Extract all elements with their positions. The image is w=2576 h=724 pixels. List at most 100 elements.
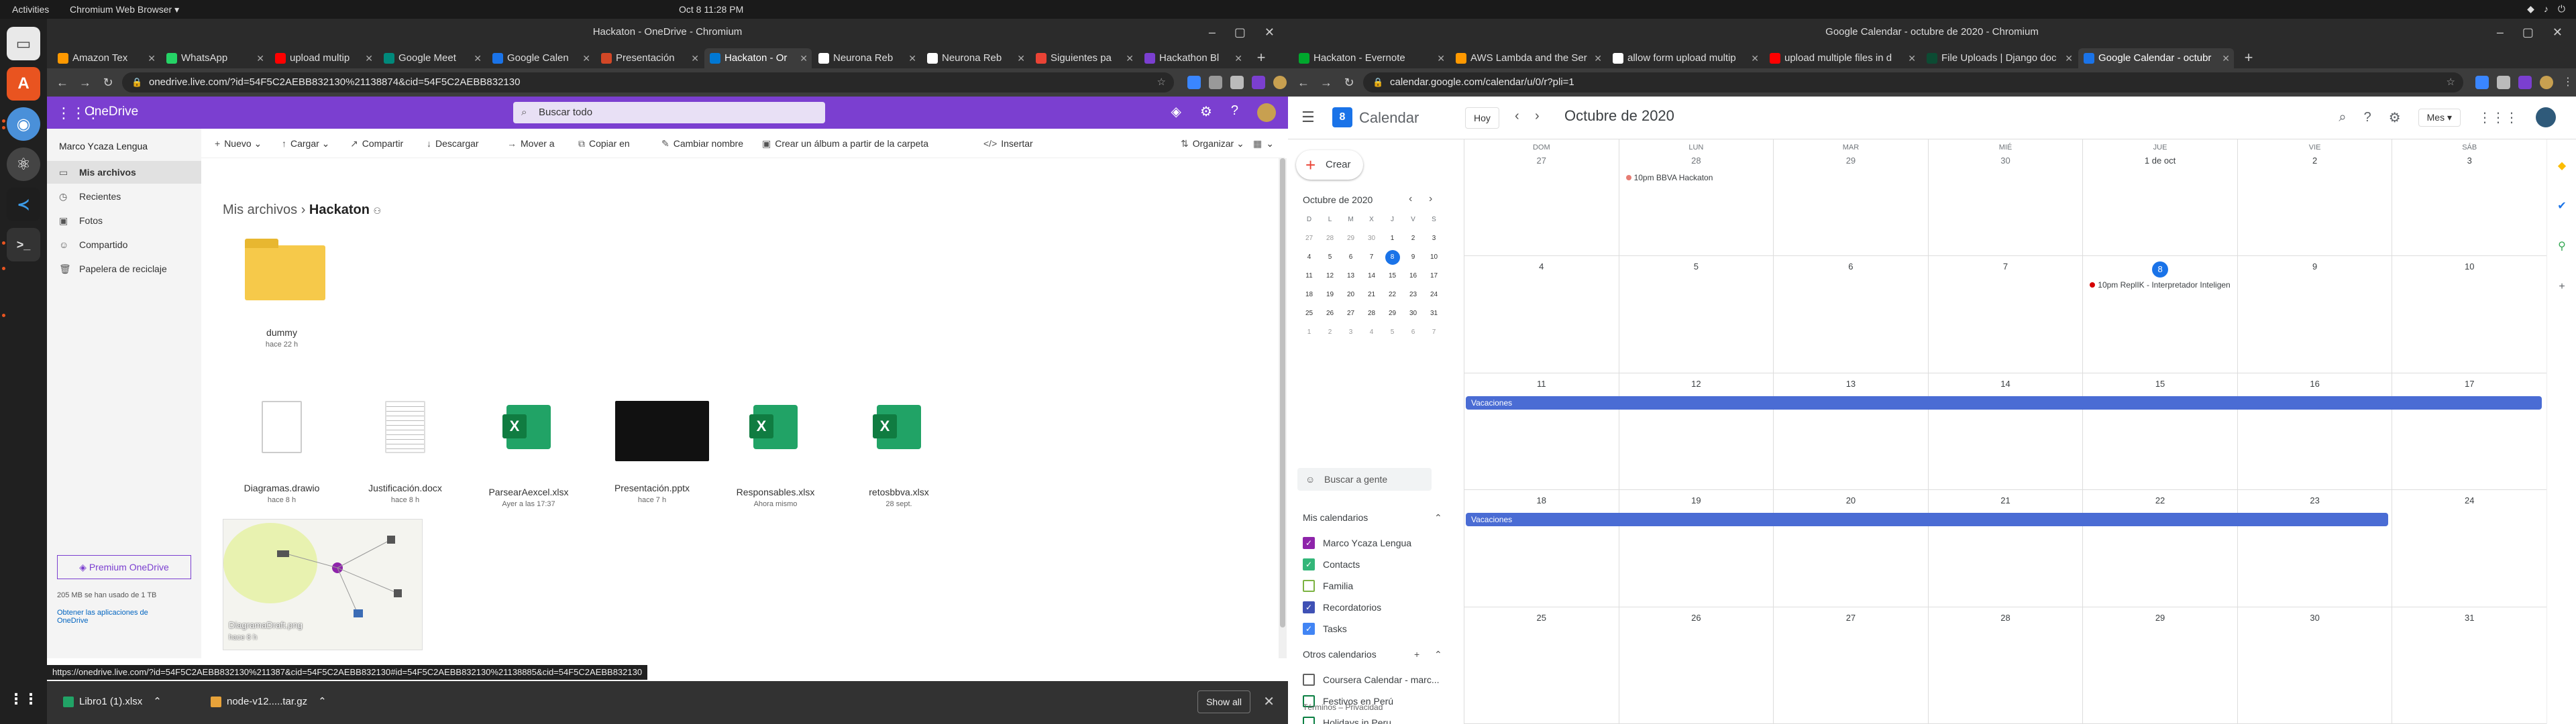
tab[interactable]: WhatsApp ✕ <box>161 48 268 68</box>
nav-recycle-bin[interactable]: 🗑 Papelera de reciclaje <box>47 257 201 280</box>
mini-day[interactable]: 18 <box>1299 286 1320 304</box>
close-tab-icon[interactable]: ✕ <box>2065 48 2073 68</box>
url-input[interactable]: 🔒 calendar.google.com/calendar/u/0/r?pli… <box>1363 72 2463 93</box>
day-cell[interactable]: 6 <box>1774 256 1929 373</box>
embed-button[interactable]: </> Insertar <box>983 129 1033 158</box>
bookmark-star-icon[interactable]: ☆ <box>1157 72 1166 93</box>
day-cell[interactable]: 11 <box>1464 373 1619 491</box>
mini-prev-icon[interactable]: ‹ <box>1409 193 1412 205</box>
day-cell[interactable]: 22 <box>2083 490 2238 607</box>
chevron-up-icon[interactable]: ⌃ <box>318 696 327 707</box>
day-number[interactable]: 20 <box>1774 495 1928 505</box>
calendar-item[interactable]: ✓ Contacts <box>1303 558 1360 571</box>
day-number[interactable]: 16 <box>2238 379 2392 389</box>
day-cell[interactable]: 19 <box>1619 490 1774 607</box>
mini-day[interactable]: 4 <box>1361 323 1382 342</box>
folder-item[interactable]: dummy hace 22 h <box>228 233 335 349</box>
calendar-checkbox[interactable]: ✓ <box>1303 537 1315 549</box>
mini-day[interactable]: 7 <box>1424 323 1444 342</box>
close-tab-icon[interactable]: ✕ <box>365 48 373 68</box>
day-number[interactable]: 9 <box>2238 261 2392 272</box>
calendar-checkbox[interactable] <box>1303 717 1315 724</box>
mini-day[interactable]: 21 <box>1361 286 1382 304</box>
mini-day[interactable]: 19 <box>1320 286 1340 304</box>
day-number[interactable]: 18 <box>1464 495 1619 505</box>
mini-day[interactable]: 6 <box>1340 248 1361 267</box>
terminal-icon[interactable]: >_ <box>7 228 40 261</box>
day-number[interactable]: 12 <box>1619 379 1774 389</box>
tab[interactable]: upload multiple files in d ✕ <box>1764 48 1920 68</box>
create-button[interactable]: + Crear <box>1296 150 1363 180</box>
mini-day[interactable]: 7 <box>1361 248 1382 267</box>
file-item[interactable]: Diagramas.drawio hace 8 h <box>228 391 335 504</box>
previous-month-icon[interactable]: ‹ <box>1515 109 1519 124</box>
mini-day[interactable]: 28 <box>1320 229 1340 248</box>
day-number[interactable]: 23 <box>2238 495 2392 505</box>
day-cell[interactable]: 9 <box>2237 256 2393 373</box>
day-number[interactable]: 11 <box>1464 379 1619 389</box>
day-cell[interactable]: 27 <box>1774 607 1929 724</box>
day-cell[interactable]: SÁB 3 <box>2392 139 2547 257</box>
tab[interactable]: File Uploads | Django doc ✕ <box>1921 48 2077 68</box>
download-item[interactable]: Libro1 (1).xlsx ⌃ <box>60 690 201 713</box>
puzzle-icon[interactable] <box>2497 76 2510 89</box>
mini-day[interactable]: 29 <box>1382 304 1403 323</box>
day-number[interactable]: 28 <box>1929 613 2083 623</box>
vscode-icon[interactable]: ≺ <box>7 188 40 221</box>
new-tab-icon[interactable]: + <box>1252 48 1271 67</box>
scrollbar[interactable] <box>1279 158 1287 658</box>
mini-day[interactable]: 20 <box>1340 286 1361 304</box>
day-number[interactable]: 19 <box>1619 495 1774 505</box>
new-tab-icon[interactable]: + <box>2239 48 2258 67</box>
maps-icon[interactable]: ⚲ <box>2555 240 2569 253</box>
help-icon[interactable]: ? <box>2364 110 2371 125</box>
mini-day[interactable]: 11 <box>1299 267 1320 286</box>
create-album-button[interactable]: ▣ Crear un álbum a partir de la carpeta <box>762 129 928 158</box>
apps-grid-icon[interactable]: ⋮⋮⋮ <box>2478 109 2518 126</box>
tab[interactable]: Neurona Reb ✕ <box>813 48 920 68</box>
mini-day[interactable]: 2 <box>1403 229 1424 248</box>
extension-icon[interactable] <box>1187 76 1201 89</box>
next-month-icon[interactable]: › <box>1535 109 1540 124</box>
close-tab-icon[interactable]: ✕ <box>1437 48 1445 68</box>
file-item[interactable]: Presentación.pptx hace 7 h <box>598 391 709 504</box>
day-number[interactable]: 21 <box>1929 495 2083 505</box>
system-tray[interactable]: ◆ ♪ ⏻ <box>2527 3 2565 15</box>
menu-kebab-icon[interactable]: ⋮ <box>2561 76 2575 89</box>
day-cell[interactable]: 5 <box>1619 256 1774 373</box>
settings-gear-icon[interactable]: ⚙ <box>1200 103 1212 122</box>
mini-day[interactable]: 23 <box>1403 286 1424 304</box>
add-on-plus-icon[interactable]: + <box>2555 280 2569 294</box>
day-cell[interactable]: LUN 28 <box>1619 139 1774 257</box>
reload-icon[interactable]: ↻ <box>1340 74 1358 91</box>
premium-onedrive-button[interactable]: ◈ Premium OneDrive <box>57 555 191 579</box>
atom-icon[interactable]: ⚛ <box>7 147 40 181</box>
calendar-item[interactable]: Holidays in Peru <box>1303 716 1391 724</box>
download-button[interactable]: ↓ Descargar <box>427 129 479 158</box>
close-tab-icon[interactable]: ✕ <box>691 48 699 68</box>
activities-button[interactable]: Activities <box>12 4 49 15</box>
calendar-checkbox[interactable]: ✓ <box>1303 601 1315 613</box>
mini-day[interactable]: 30 <box>1403 304 1424 323</box>
download-item[interactable]: node-v12.....tar.gz ⌃ <box>208 690 362 713</box>
power-icon[interactable]: ⏻ <box>2558 3 2565 15</box>
tab[interactable]: Google Calen ✕ <box>487 48 594 68</box>
day-cell[interactable]: 8 <box>2083 256 2238 373</box>
network-icon[interactable]: ◆ <box>2527 3 2534 15</box>
day-cell[interactable]: 30 <box>2237 607 2393 724</box>
close-tab-icon[interactable]: ✕ <box>2222 48 2230 68</box>
extension-icon[interactable] <box>1209 76 1222 89</box>
maximize-icon[interactable]: ▢ <box>2522 19 2534 46</box>
account-avatar[interactable] <box>2536 107 2556 127</box>
extension-icon[interactable] <box>2475 76 2489 89</box>
mini-day[interactable]: 12 <box>1320 267 1340 286</box>
calendar-item[interactable]: ✓ Marco Ycaza Lengua <box>1303 536 1411 550</box>
mini-day[interactable]: 15 <box>1382 267 1403 286</box>
mini-day[interactable]: 17 <box>1424 267 1444 286</box>
close-tab-icon[interactable]: ✕ <box>256 48 264 68</box>
other-calendars-header[interactable]: Otros calendarios + ⌃ <box>1303 649 1445 660</box>
back-icon[interactable]: ← <box>54 74 71 91</box>
day-number[interactable]: 24 <box>2392 495 2546 505</box>
day-cell[interactable]: 24 <box>2392 490 2547 607</box>
day-cell[interactable]: 10 <box>2392 256 2547 373</box>
